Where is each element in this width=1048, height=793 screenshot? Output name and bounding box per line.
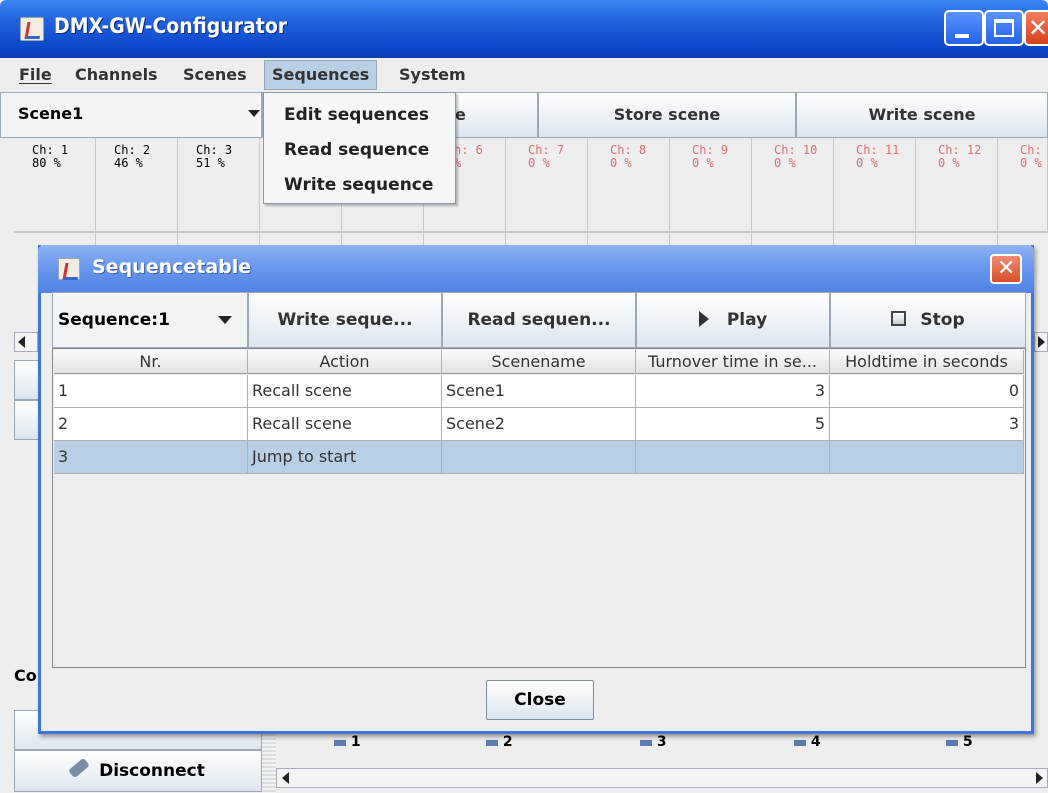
channel-checkbox[interactable]: 1 [334, 734, 361, 750]
table-cell-nr[interactable]: 1 [54, 375, 248, 408]
java-app-icon [58, 258, 80, 280]
channel-value: 51 % [196, 156, 225, 170]
channel-slider[interactable]: Ch: 80 % [588, 138, 670, 232]
minimize-icon [955, 34, 969, 38]
close-window-button[interactable]: ✕ [1024, 10, 1048, 46]
chevron-down-icon [218, 316, 232, 324]
channel-checkbox[interactable]: 5 [946, 734, 973, 750]
menu-channels[interactable]: Channels [68, 62, 165, 88]
channel-slider[interactable]: Ch: 2 46 % [96, 138, 178, 232]
channel-slider[interactable]: Ch: 1 80 % [14, 138, 96, 232]
table-cell-action[interactable]: Recall scene [248, 408, 442, 441]
channel-value: 0 % [692, 156, 714, 170]
stop-icon [891, 311, 907, 326]
arrow-left-icon [18, 336, 25, 348]
maximize-icon [994, 19, 1014, 37]
channel-slider[interactable]: Ch: 11 0 % [834, 138, 916, 232]
column-header-action[interactable]: Action [248, 350, 442, 374]
column-header-scenename[interactable]: Scenename [442, 350, 636, 374]
stop-button[interactable]: Stop [830, 292, 1026, 348]
channel-slider[interactable]: Ch: 70 % [506, 138, 588, 232]
channel-slider[interactable]: Ch: 0 % [998, 138, 1048, 232]
dialog-title: Sequencetable [92, 256, 252, 278]
table-cell-scenename[interactable]: Scene1 [442, 375, 636, 408]
sequence-select-value: Sequence:1 [58, 310, 170, 330]
column-header-turnover-time[interactable]: Turnover time in se... [636, 350, 830, 374]
channel-value: 80 % [32, 156, 61, 170]
splitter[interactable] [262, 730, 276, 793]
maximize-button[interactable] [984, 10, 1024, 46]
disconnect-button[interactable]: Disconnect [14, 750, 262, 792]
table-cell-holdtime[interactable]: 3 [830, 408, 1024, 441]
channel-checkbox[interactable]: 4 [794, 734, 821, 750]
arrow-right-icon [1036, 772, 1043, 784]
window-title: DMX-GW-Configurator [54, 14, 288, 38]
menu-system[interactable]: System [392, 62, 473, 88]
menu-item-write-sequence[interactable]: Write sequence [284, 175, 433, 195]
close-icon: ✕ [1028, 14, 1048, 42]
dialog-close-button[interactable]: ✕ [990, 254, 1022, 284]
channel-value: 0 % [856, 156, 878, 170]
table-cell-nr[interactable]: 3 [54, 441, 248, 474]
minimize-button[interactable] [944, 10, 984, 46]
write-sequence-button[interactable]: Write seque... [248, 292, 442, 348]
scene-select-value: Scene1 [18, 104, 84, 123]
column-header-nr[interactable]: Nr. [54, 350, 248, 374]
channel-slider[interactable]: Ch: 10 0 % [752, 138, 834, 232]
channel-label: h: 6 [454, 143, 483, 157]
table-cell-scenename[interactable] [442, 441, 636, 474]
play-icon [698, 311, 709, 327]
java-app-icon [20, 17, 44, 41]
horizontal-scrollbar[interactable] [276, 768, 1048, 788]
table-cell-holdtime[interactable] [830, 441, 1024, 474]
chevron-down-icon [248, 110, 260, 117]
column-header-holdtime[interactable]: Holdtime in seconds [830, 350, 1024, 374]
channel-value: 0 % [774, 156, 796, 170]
table-cell-action[interactable]: Jump to start [248, 441, 442, 474]
close-icon: ✕ [997, 256, 1016, 281]
table-cell-nr[interactable]: 2 [54, 408, 248, 441]
dialog-close-text-button[interactable]: Close [486, 680, 594, 720]
table-cell-scenename[interactable]: Scene2 [442, 408, 636, 441]
arrow-right-icon [1038, 336, 1045, 348]
channel-value: % [454, 156, 462, 170]
channel-value: 0 % [1020, 156, 1042, 170]
menu-scenes[interactable]: Scenes [176, 62, 254, 88]
channel-value: 46 % [114, 156, 143, 170]
channel-value: 0 % [938, 156, 960, 170]
channel-value: 0 % [610, 156, 632, 170]
write-scene-button[interactable]: Write scene [796, 92, 1048, 138]
channel-checkbox[interactable]: 3 [640, 734, 667, 750]
menu-sequences[interactable]: Sequences [264, 60, 378, 90]
channel-slider[interactable]: Ch: 90 % [670, 138, 752, 232]
table-cell-turnover[interactable]: 5 [636, 408, 830, 441]
menu-file[interactable]: File [12, 62, 59, 88]
channel-slider[interactable]: Ch: 3 51 % [178, 138, 260, 232]
arrow-left-icon [282, 772, 289, 784]
table-cell-action[interactable]: Recall scene [248, 375, 442, 408]
table-cell-holdtime[interactable]: 0 [830, 375, 1024, 408]
table-cell-turnover[interactable] [636, 441, 830, 474]
channel-value: 0 % [528, 156, 550, 170]
store-scene-button[interactable]: Store scene [538, 92, 796, 138]
channel-checkbox[interactable]: 2 [486, 734, 513, 750]
table-cell-turnover[interactable]: 3 [636, 375, 830, 408]
channel-slider[interactable]: Ch: 12 0 % [916, 138, 998, 232]
menu-item-read-sequence[interactable]: Read sequence [284, 140, 429, 160]
play-button[interactable]: Play [636, 292, 830, 348]
read-sequence-button[interactable]: Read sequen... [442, 292, 636, 348]
